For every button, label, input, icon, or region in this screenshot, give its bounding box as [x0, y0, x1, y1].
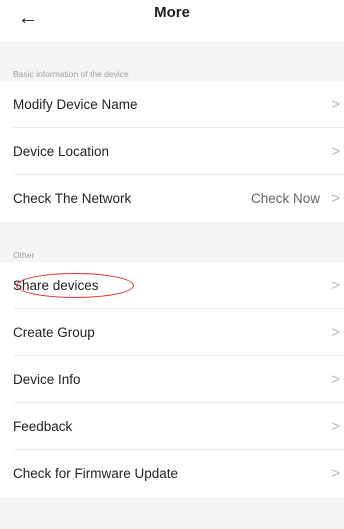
- row-label: Create Group: [13, 325, 95, 340]
- chevron-right-icon: >: [331, 323, 340, 341]
- row-label: Feedback: [13, 419, 73, 434]
- row-label: Modify Device Name: [13, 97, 138, 112]
- row-label: Check for Firmware Update: [13, 466, 179, 481]
- row-label: Check The Network: [13, 191, 132, 206]
- page-title: More: [154, 4, 190, 21]
- group-other: Share devices > Create Group > Device In…: [0, 262, 344, 497]
- row-label: Device Info: [13, 372, 81, 387]
- row-label: Share devices: [13, 278, 99, 293]
- chevron-right-icon: >: [331, 142, 340, 160]
- row-device-info[interactable]: Device Info >: [0, 356, 344, 403]
- row-modify-device-name[interactable]: Modify Device Name >: [0, 81, 344, 128]
- chevron-right-icon: >: [331, 370, 340, 388]
- chevron-right-icon: >: [331, 189, 340, 207]
- row-create-group[interactable]: Create Group >: [0, 309, 344, 356]
- section-label-other: Other: [13, 250, 35, 260]
- row-device-location[interactable]: Device Location >: [0, 128, 344, 175]
- row-label: Device Location: [13, 144, 110, 159]
- chevron-right-icon: >: [331, 417, 340, 435]
- row-check-the-network[interactable]: Check The Network Check Now >: [0, 175, 344, 222]
- row-check-firmware-update[interactable]: Check for Firmware Update >: [0, 450, 344, 497]
- chevron-right-icon: >: [331, 276, 340, 294]
- check-now-value[interactable]: Check Now: [251, 191, 320, 206]
- chevron-right-icon: >: [331, 95, 340, 113]
- row-share-devices[interactable]: Share devices >: [0, 262, 344, 309]
- group-basic: Modify Device Name > Device Location > C…: [0, 81, 344, 222]
- row-feedback[interactable]: Feedback >: [0, 403, 344, 450]
- chevron-right-icon: >: [331, 464, 340, 482]
- header-bar: ← More: [0, 0, 344, 42]
- more-page: ← More Basic information of the device M…: [0, 0, 344, 529]
- section-label-basic: Basic information of the device: [13, 69, 129, 79]
